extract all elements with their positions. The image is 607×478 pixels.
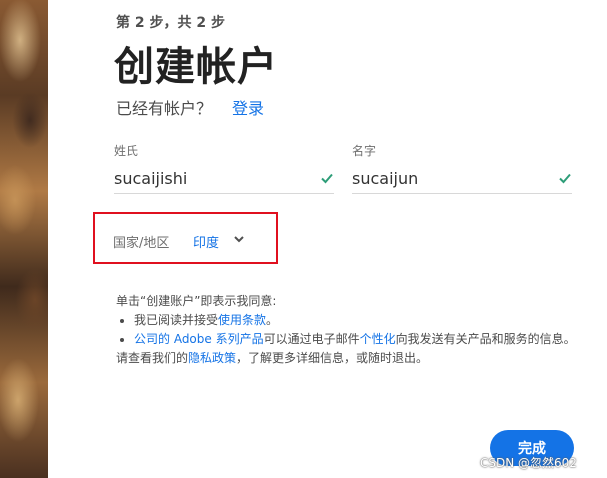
consent-outro-prefix: 请查看我们的 bbox=[116, 351, 189, 365]
last-name-label: 姓氏 bbox=[114, 144, 139, 158]
first-name-field[interactable]: 名字 sucaijun bbox=[352, 142, 572, 194]
checkmark-icon bbox=[321, 173, 333, 184]
consent-intro: 单击“创建账户”即表示我同意: bbox=[116, 294, 277, 308]
list-item: 公司的 Adobe 系列产品可以通过电子邮件个性化向我发送有关产品和服务的信息。 bbox=[134, 330, 586, 349]
consent-item2-suffix: 向我发送有关产品和服务的信息。 bbox=[395, 332, 576, 346]
last-name-input[interactable]: sucaijishi bbox=[114, 163, 334, 194]
terms-of-use-link[interactable]: 使用条款 bbox=[218, 313, 266, 327]
login-link[interactable]: 登录 bbox=[232, 95, 264, 119]
country-select-value[interactable]: 印度 bbox=[193, 232, 219, 251]
adobe-family-link[interactable]: 公司的 Adobe 系列产品 bbox=[134, 332, 264, 346]
personalization-link[interactable]: 个性化 bbox=[360, 332, 396, 346]
consent-text: 单击“创建账户”即表示我同意: 我已阅读并接受使用条款。 公司的 Adobe 系… bbox=[116, 292, 586, 368]
last-name-value[interactable]: sucaijishi bbox=[114, 169, 187, 188]
first-name-input[interactable]: sucaijun bbox=[352, 163, 572, 194]
consent-list: 我已阅读并接受使用条款。 公司的 Adobe 系列产品可以通过电子邮件个性化向我… bbox=[116, 311, 586, 349]
watermark: CSDN @忽然602 bbox=[480, 456, 577, 470]
step-indicator: 第 2 步，共 2 步 bbox=[116, 15, 225, 31]
first-name-value[interactable]: sucaijun bbox=[352, 169, 418, 188]
chevron-down-icon[interactable] bbox=[232, 232, 246, 246]
consent-item1-suffix: 。 bbox=[266, 313, 279, 327]
first-name-label: 名字 bbox=[352, 144, 377, 158]
consent-item1-prefix: 我已阅读并接受 bbox=[134, 313, 219, 327]
country-label: 国家/地区 bbox=[113, 236, 170, 251]
account-prompt: 已经有帐户？ bbox=[116, 99, 213, 118]
list-item: 我已阅读并接受使用条款。 bbox=[134, 311, 586, 330]
consent-outro: 请查看我们的隐私政策，了解更多详细信息，或随时退出。 bbox=[116, 349, 586, 368]
privacy-policy-link[interactable]: 隐私政策 bbox=[188, 351, 236, 365]
consent-outro-suffix: ，了解更多详细信息，或随时退出。 bbox=[236, 351, 429, 365]
background-artwork bbox=[0, 0, 48, 478]
consent-item2-mid: 可以通过电子邮件 bbox=[263, 332, 360, 346]
page-title: 创建帐户 bbox=[114, 44, 278, 90]
last-name-field[interactable]: 姓氏 sucaijishi bbox=[114, 142, 334, 194]
checkmark-icon bbox=[559, 173, 571, 184]
